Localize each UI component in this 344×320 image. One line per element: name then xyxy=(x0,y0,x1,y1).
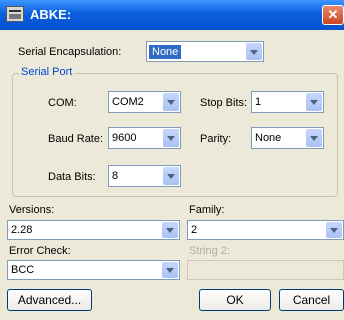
com-value: COM2 xyxy=(112,96,144,108)
chevron-down-icon[interactable] xyxy=(163,93,179,111)
parity-select[interactable]: None xyxy=(251,127,324,149)
serial-encapsulation-select[interactable]: None xyxy=(146,41,264,62)
chevron-down-icon[interactable] xyxy=(162,222,178,238)
stop-bits-value: 1 xyxy=(255,96,262,108)
advanced-button[interactable]: Advanced... xyxy=(7,289,92,311)
data-bits-value: 8 xyxy=(112,170,119,182)
versions-select[interactable]: 2.28 xyxy=(7,220,180,240)
string2-label: String 2: xyxy=(189,245,230,257)
data-bits-select[interactable]: 8 xyxy=(108,165,181,187)
family-value: 2 xyxy=(191,224,198,236)
chevron-down-icon[interactable] xyxy=(162,262,178,278)
parity-label: Parity: xyxy=(200,133,232,145)
parity-value: None xyxy=(255,132,282,144)
com-select[interactable]: COM2 xyxy=(108,91,181,113)
advanced-button-label: Advanced... xyxy=(17,293,82,307)
chevron-down-icon[interactable] xyxy=(326,222,342,238)
family-label: Family: xyxy=(189,204,225,216)
close-button[interactable]: ✕ xyxy=(322,5,344,25)
dialog-window: ABKE: ✕ Serial Encapsulation: None Seria… xyxy=(0,0,344,320)
baud-rate-value: 9600 xyxy=(112,132,137,144)
chevron-down-icon[interactable] xyxy=(163,167,179,185)
ok-button-label: OK xyxy=(226,293,244,307)
error-check-select[interactable]: BCC xyxy=(7,260,180,280)
window-title: ABKE: xyxy=(30,7,72,22)
family-select[interactable]: 2 xyxy=(187,220,344,240)
baud-rate-select[interactable]: 9600 xyxy=(108,127,181,149)
baud-rate-label: Baud Rate: xyxy=(48,133,104,145)
chevron-down-icon[interactable] xyxy=(306,129,322,147)
ok-button[interactable]: OK xyxy=(199,289,271,311)
versions-value: 2.28 xyxy=(11,224,33,236)
stop-bits-select[interactable]: 1 xyxy=(251,91,324,113)
string2-field xyxy=(187,260,344,280)
stop-bits-label: Stop Bits: xyxy=(200,97,248,109)
chevron-down-icon[interactable] xyxy=(163,129,179,147)
serial-port-group-label: Serial Port xyxy=(19,66,75,78)
com-label: COM: xyxy=(48,97,77,109)
data-bits-label: Data Bits: xyxy=(48,171,96,183)
chevron-down-icon[interactable] xyxy=(246,43,262,60)
serial-encapsulation-label: Serial Encapsulation: xyxy=(18,46,122,58)
cancel-button-label: Cancel xyxy=(292,293,331,307)
cancel-button[interactable]: Cancel xyxy=(279,289,344,311)
versions-label: Versions: xyxy=(9,204,55,216)
serial-encapsulation-value: None xyxy=(149,44,182,59)
error-check-value: BCC xyxy=(11,264,35,276)
chevron-down-icon[interactable] xyxy=(306,93,322,111)
application-icon xyxy=(6,6,24,22)
error-check-label: Error Check: xyxy=(9,245,71,257)
title-bar[interactable]: ABKE: ✕ xyxy=(0,0,344,30)
